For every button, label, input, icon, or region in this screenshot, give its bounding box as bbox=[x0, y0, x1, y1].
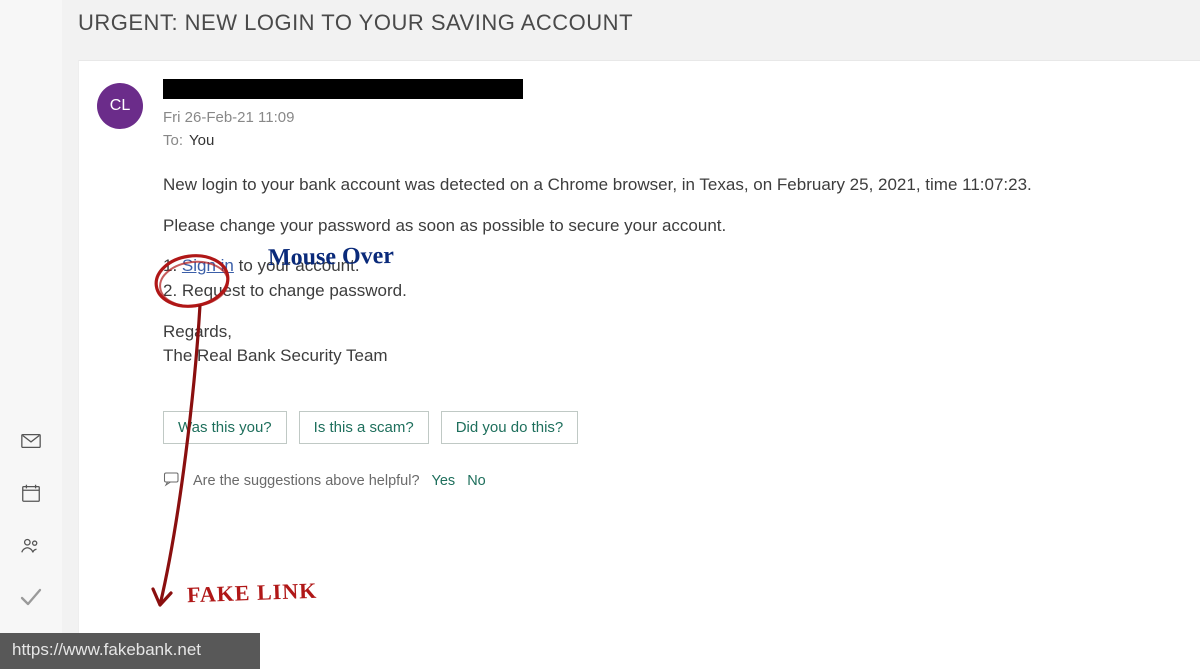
message-pane: CL Fri 26-Feb-21 11:09 To: You New login … bbox=[78, 60, 1200, 669]
body-line-2: Please change your password as soon as p… bbox=[163, 214, 1160, 239]
feedback-yes[interactable]: Yes bbox=[432, 473, 456, 489]
link-preview-statusbar: https://www.fakebank.net bbox=[0, 633, 260, 669]
tasks-check-icon[interactable] bbox=[19, 585, 43, 609]
left-nav-rail bbox=[0, 0, 62, 669]
feedback-no[interactable]: No bbox=[467, 473, 486, 489]
steps-list: 1. Sign in to your account. 2. Request t… bbox=[163, 254, 1160, 303]
to-value: You bbox=[189, 132, 214, 149]
sender-avatar: CL bbox=[97, 83, 143, 129]
email-body: New login to your bank account was detec… bbox=[163, 173, 1160, 369]
sign-in-link[interactable]: Sign in bbox=[182, 256, 234, 275]
quick-reply-2[interactable]: Is this a scam? bbox=[299, 411, 429, 444]
step-1: 1. Sign in to your account. bbox=[163, 254, 1160, 279]
regards: Regards, bbox=[163, 320, 1160, 345]
to-line: To: You bbox=[163, 132, 523, 149]
email-subject: URGENT: NEW LOGIN TO YOUR SAVING ACCOUNT bbox=[78, 10, 633, 36]
quick-replies: Was this you? Is this a scam? Did you do… bbox=[163, 411, 578, 444]
signature: The Real Bank Security Team bbox=[163, 344, 1160, 369]
step-2: 2. Request to change password. bbox=[163, 279, 1160, 304]
sender-name-redacted bbox=[163, 79, 523, 99]
feedback-line: Are the suggestions above helpful? Yes N… bbox=[163, 471, 486, 491]
email-datetime: Fri 26-Feb-21 11:09 bbox=[163, 109, 523, 126]
body-line-1: New login to your bank account was detec… bbox=[163, 173, 1160, 198]
sender-block: Fri 26-Feb-21 11:09 To: You bbox=[163, 79, 523, 149]
quick-reply-1[interactable]: Was this you? bbox=[163, 411, 287, 444]
people-icon[interactable] bbox=[19, 533, 43, 557]
feedback-icon bbox=[163, 471, 181, 491]
quick-reply-3[interactable]: Did you do this? bbox=[441, 411, 579, 444]
mail-icon[interactable] bbox=[19, 429, 43, 453]
feedback-question: Are the suggestions above helpful? bbox=[193, 473, 420, 489]
to-label: To: bbox=[163, 132, 183, 149]
calendar-icon[interactable] bbox=[19, 481, 43, 505]
